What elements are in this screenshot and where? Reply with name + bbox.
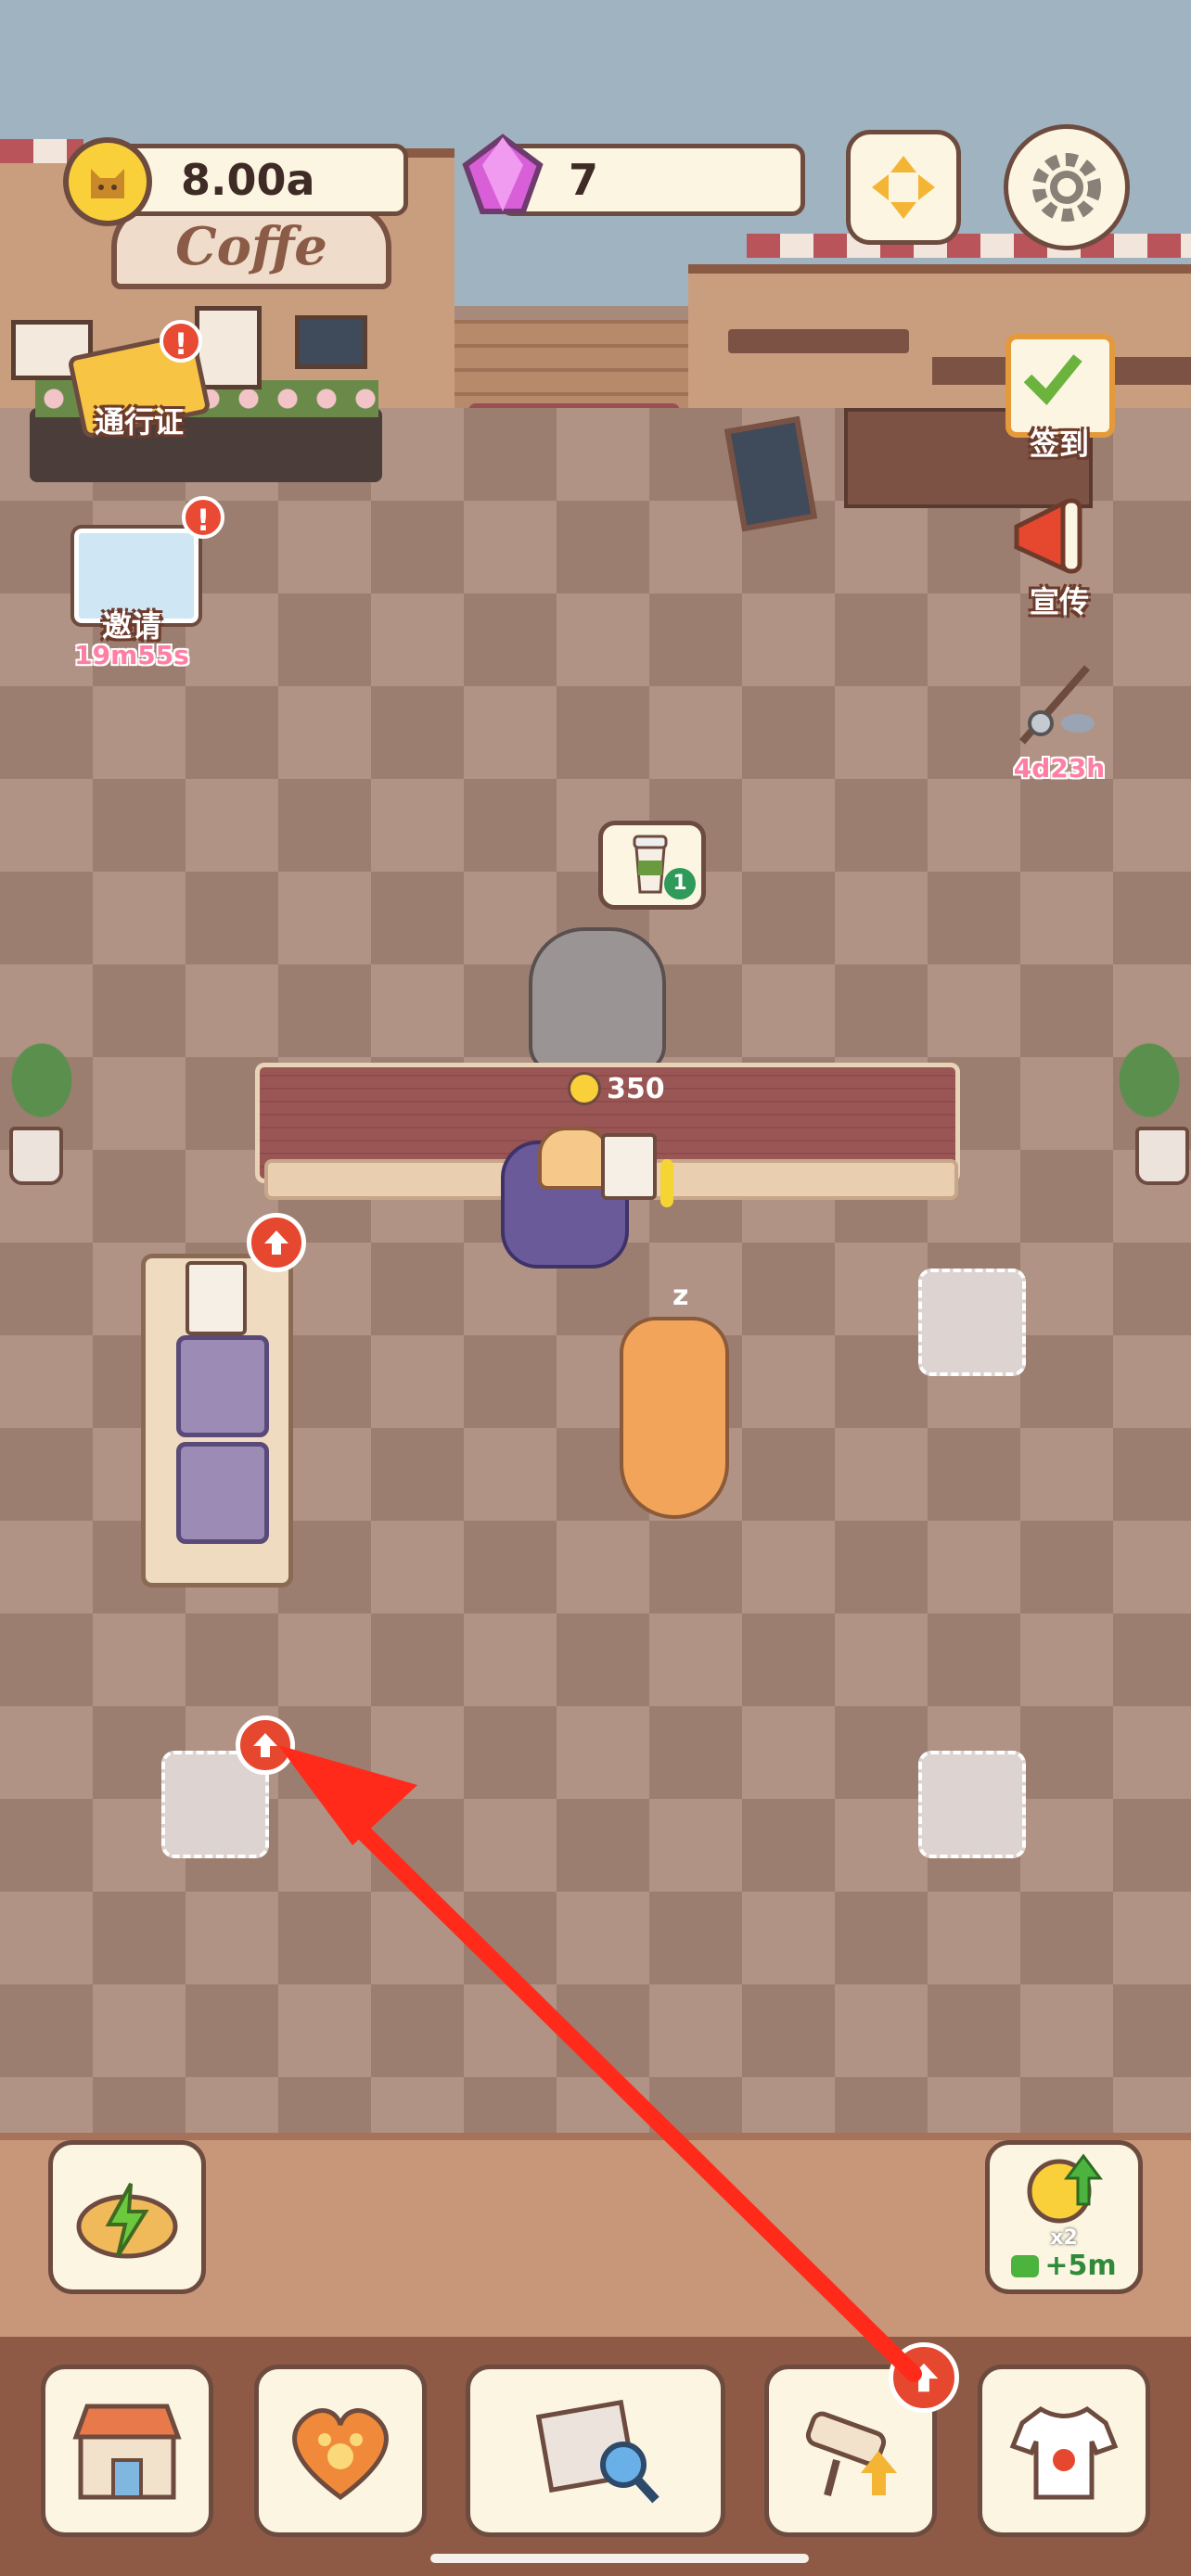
wall-shelf: [728, 329, 909, 353]
checkin-button[interactable]: 签到: [994, 325, 1124, 464]
station-coffee-cup: [186, 1261, 247, 1335]
gem-value: 7: [569, 155, 599, 205]
arrows-in-icon: [872, 156, 935, 219]
fishing-timer: 4d23h: [1013, 753, 1106, 784]
promo-button[interactable]: 宣传: [994, 482, 1124, 621]
cafe-sign: Coffe: [111, 204, 391, 289]
settings-button[interactable]: [1004, 124, 1130, 250]
energy-boost-button[interactable]: [48, 2140, 206, 2294]
cat-coin-icon: [63, 137, 152, 226]
wall-chalkboard: [295, 315, 367, 369]
upgrade-slot-button[interactable]: [236, 1715, 295, 1775]
arrow-up-icon: [909, 2363, 939, 2392]
cafe-sign-text: Coffe: [175, 216, 327, 277]
right-awning: [747, 234, 1191, 258]
invite-timer: 19m55s: [74, 640, 189, 670]
empty-slot-right-upper[interactable]: [918, 1269, 1026, 1376]
tv-ad-icon: [1011, 2254, 1040, 2277]
ad-time-value: +5m: [1044, 2250, 1117, 2282]
held-coffee-cup: [601, 1133, 657, 1200]
lightning-bowl-icon: [76, 2183, 178, 2259]
home-indicator[interactable]: [430, 2554, 809, 2563]
sleeping-cat-orange[interactable]: [620, 1317, 729, 1519]
promo-label: 宣传: [1029, 584, 1089, 619]
arrow-up-icon: [264, 1231, 288, 1255]
upgrade-station-button[interactable]: [247, 1213, 306, 1272]
order-bubble: 1: [598, 821, 706, 910]
storefront-icon: [72, 2404, 182, 2500]
empty-slot-right-lower[interactable]: [918, 1751, 1026, 1858]
tshirt-icon: [1009, 2405, 1119, 2500]
price-value: 350: [607, 1072, 665, 1105]
customer-cat-gray: [529, 927, 666, 1074]
sleep-z-icon: z: [672, 1280, 689, 1312]
megaphone-icon: [1007, 490, 1109, 582]
coin-icon: [568, 1072, 601, 1105]
fishing-button[interactable]: 4d23h: [994, 649, 1124, 788]
income-boost-button[interactable]: x2 +5m: [985, 2140, 1143, 2294]
arrow-up-icon: [253, 1733, 277, 1757]
outfit-button[interactable]: [978, 2365, 1150, 2537]
newspaper-magnifier-icon: [535, 2399, 660, 2504]
gem-icon: [456, 130, 549, 223]
heart-paw-icon: [292, 2408, 389, 2501]
cats-button[interactable]: [254, 2365, 427, 2537]
shop-button[interactable]: [41, 2365, 213, 2537]
potted-plant-left: [0, 1020, 83, 1187]
checkin-label: 签到: [1029, 427, 1089, 462]
pass-alert-badge: !: [160, 320, 202, 363]
coin-boost-icon: [1027, 2153, 1103, 2224]
newspaper-search-button[interactable]: [466, 2365, 725, 2537]
coffee-machine-2[interactable]: [176, 1442, 269, 1544]
boost-multiplier: x2: [1050, 2226, 1078, 2250]
invite-alert-badge: !: [182, 496, 224, 539]
upgrade-decorate-button[interactable]: [889, 2342, 959, 2413]
fishing-rod-icon: [1018, 665, 1095, 745]
paint-roller-icon: [805, 2411, 897, 2497]
potted-plant-right: [1108, 1020, 1191, 1187]
battle-pass-label: 通行证: [94, 404, 184, 440]
coin-value: 8.00a: [181, 155, 315, 205]
barista-cat-head: [538, 1127, 610, 1190]
exclamation-mark: [660, 1159, 673, 1207]
invite-button[interactable]: 邀请 19m55s: [67, 519, 206, 670]
coffee-machine-1[interactable]: [176, 1335, 269, 1437]
counter-price: 350: [568, 1072, 665, 1105]
expand-layout-button[interactable]: [846, 130, 961, 245]
order-count-badge: 1: [664, 868, 696, 899]
gear-icon: [1032, 153, 1101, 222]
